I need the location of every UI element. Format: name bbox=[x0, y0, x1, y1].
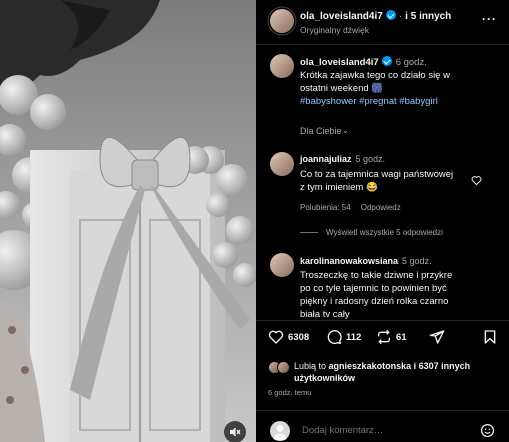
verified-badge-icon bbox=[385, 10, 396, 20]
caption-author-name[interactable]: ola_loveisland4i7 bbox=[300, 57, 379, 68]
liked-by-prefix: Lubią to bbox=[294, 361, 327, 371]
comment-author-line: joannajuliaz 5 godz. bbox=[300, 154, 385, 164]
post-actions-bar: 6308 112 61 bbox=[256, 325, 509, 351]
like-comment-heart-icon[interactable] bbox=[471, 175, 482, 186]
heart-icon[interactable] bbox=[268, 329, 284, 345]
audio-label[interactable]: Oryginalny dźwięk bbox=[300, 25, 369, 35]
liked-by-user[interactable]: agnieszkakotonska bbox=[329, 361, 412, 371]
more-options-button[interactable]: ··· bbox=[482, 12, 497, 26]
post-header: ola_loveisland4i7 · i 5 innych Oryginalny … bbox=[256, 0, 509, 44]
comment-avatar[interactable] bbox=[270, 152, 294, 176]
liked-by-summary: Lubią to agnieszkakotonska i 6307 innych… bbox=[294, 360, 494, 384]
comment-box-divider bbox=[256, 410, 509, 411]
reply-button[interactable]: Odpowiedz bbox=[361, 203, 401, 212]
comment-avatar[interactable] bbox=[270, 253, 294, 277]
liker-avatar bbox=[277, 361, 290, 374]
comment-text: Co to za tajemnica wagi państwowej z tym… bbox=[300, 169, 454, 193]
video-frame bbox=[0, 0, 256, 442]
caption-author-avatar[interactable] bbox=[270, 54, 294, 78]
caption-text: Krótka zajawka tego co działo się w osta… bbox=[300, 70, 450, 94]
comment-author-line: karolinanowakowsiana 5 godz. bbox=[300, 256, 432, 266]
bookmark-icon[interactable] bbox=[482, 329, 498, 345]
post-video[interactable] bbox=[0, 0, 256, 442]
caption-author-line: ola_loveisland4i7 6 godz. bbox=[300, 56, 427, 68]
save-action[interactable] bbox=[482, 329, 498, 345]
comment-bubble-icon[interactable] bbox=[326, 329, 342, 345]
emoji-icon[interactable] bbox=[480, 423, 495, 438]
share-action[interactable] bbox=[429, 329, 445, 345]
verified-badge-icon bbox=[381, 56, 392, 66]
post-timestamp[interactable]: 6 godz. temu bbox=[268, 388, 311, 397]
separator-dot: · bbox=[398, 11, 403, 22]
comment-input[interactable] bbox=[302, 425, 462, 436]
comment-time: 5 godz. bbox=[402, 256, 432, 266]
mute-button[interactable] bbox=[224, 421, 246, 442]
header-author-line: ola_loveisland4i7 · i 5 innych bbox=[300, 10, 451, 22]
caption-hashtags[interactable]: #babyshower #pregnat #babygirl bbox=[300, 96, 438, 107]
muted-speaker-icon bbox=[230, 427, 241, 437]
caption-text-block: Krótka zajawka tego co działo się w osta… bbox=[300, 69, 470, 108]
comments-filter[interactable]: Dla Ciebie bbox=[300, 126, 342, 136]
comment-text: Troszeczkę to takie dziwne i przykre po … bbox=[300, 270, 453, 319]
repost-icon[interactable] bbox=[376, 329, 392, 345]
chevron-down-icon[interactable]: ⌄ bbox=[342, 126, 349, 135]
view-replies-button[interactable]: Wyświetl wszystkie 5 odpowiedzi bbox=[300, 228, 443, 237]
header-divider bbox=[256, 44, 509, 45]
default-user-icon bbox=[273, 425, 287, 440]
comment-meta: Polubienia: 54 Odpowiedz bbox=[300, 203, 411, 212]
current-user-avatar bbox=[270, 421, 290, 441]
post-details-panel: ola_loveisland4i7 · i 5 innych Oryginalny … bbox=[256, 0, 509, 442]
like-action[interactable]: 6308 bbox=[268, 329, 309, 345]
comment-author-name[interactable]: karolinanowakowsiana bbox=[300, 256, 398, 266]
author-avatar[interactable] bbox=[270, 9, 294, 33]
comments-count[interactable]: 112 bbox=[346, 332, 361, 343]
comment-time: 5 godz. bbox=[355, 154, 386, 164]
repost-action[interactable]: 61 bbox=[376, 329, 407, 345]
likes-count[interactable]: 6308 bbox=[288, 332, 309, 343]
actions-divider bbox=[256, 320, 509, 321]
comment-action[interactable]: 112 bbox=[326, 329, 361, 345]
comment-likes-count[interactable]: Polubienia: 54 bbox=[300, 203, 351, 212]
send-icon[interactable] bbox=[429, 329, 445, 345]
add-comment-bar bbox=[256, 418, 509, 442]
reposts-count[interactable]: 61 bbox=[396, 332, 407, 343]
comment-author-name[interactable]: joannajuliaz bbox=[300, 154, 352, 164]
collaborators-link[interactable]: i 5 innych bbox=[405, 11, 451, 22]
header-author-name[interactable]: ola_loveisland4i7 bbox=[300, 11, 383, 22]
caption-time: 6 godz. bbox=[395, 57, 427, 68]
